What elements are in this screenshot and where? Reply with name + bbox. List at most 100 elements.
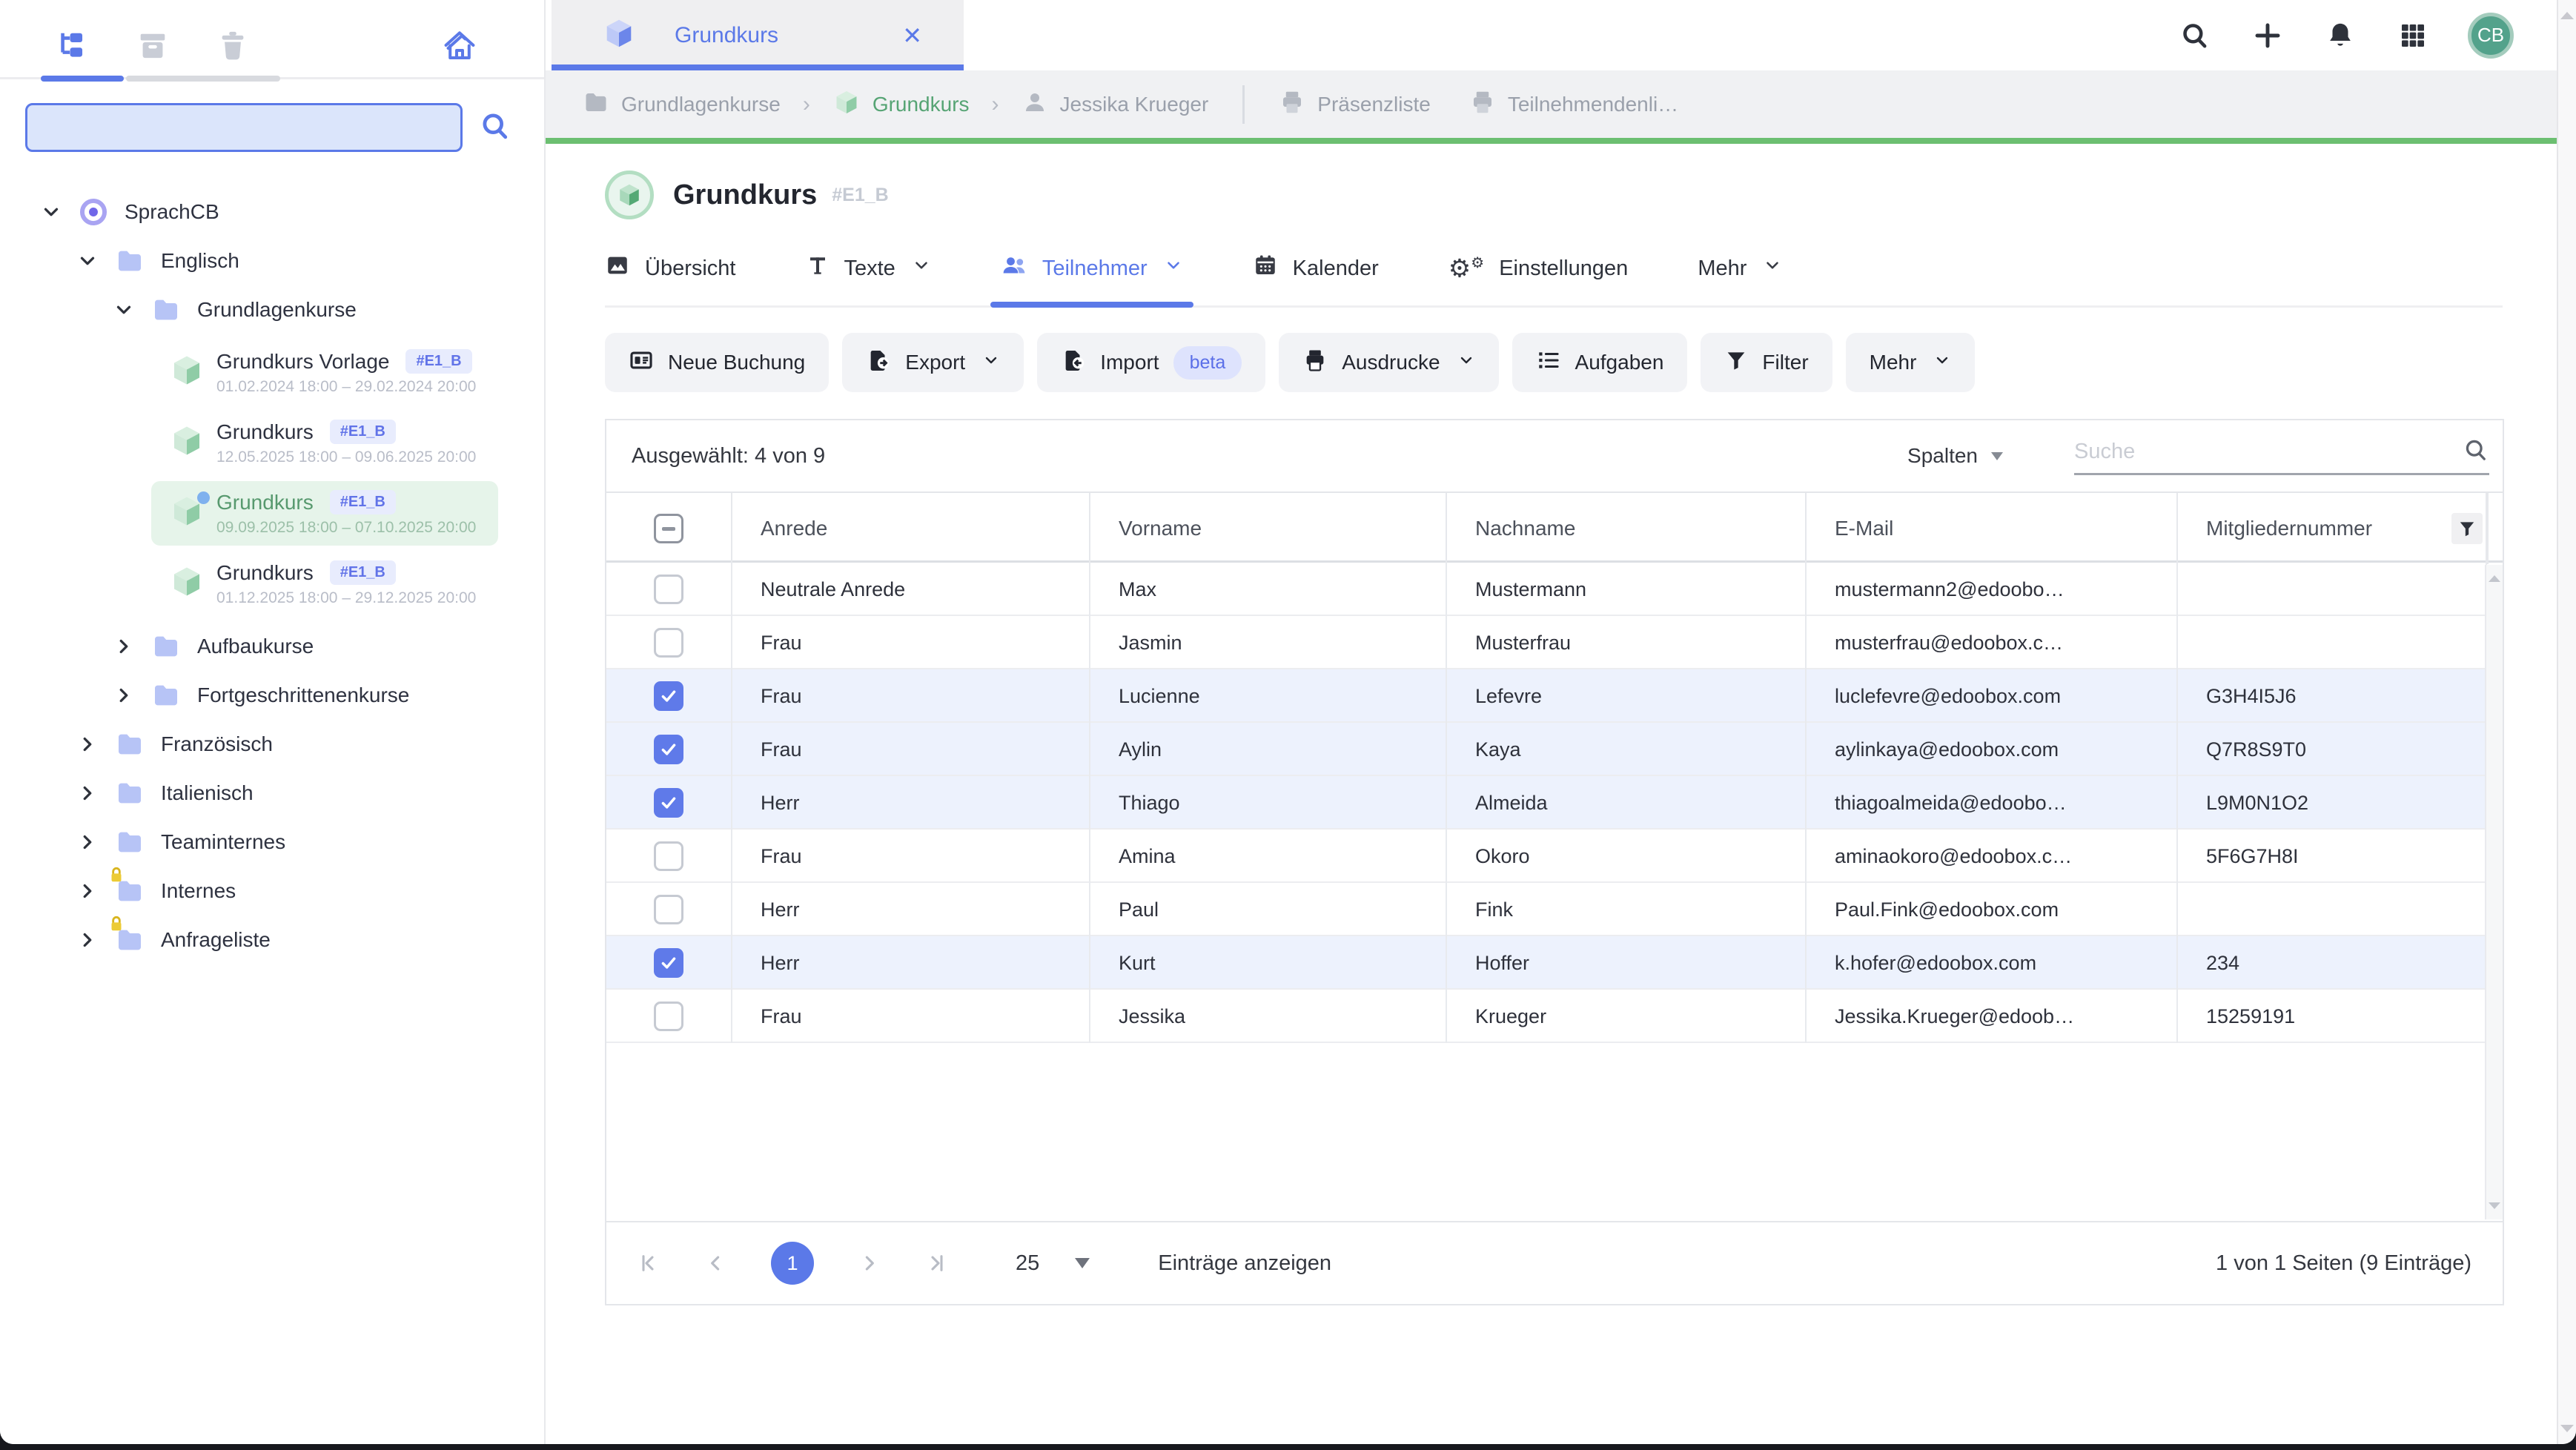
row-checkbox-checked[interactable] xyxy=(654,948,683,978)
tab-teilnehmer[interactable]: Teilnehmer xyxy=(1001,252,1183,285)
table-row-selected[interactable]: Herr Thiago Almeida thiagoalmeida@edoobo… xyxy=(606,776,2503,830)
tree-item-teaminternes[interactable]: Teaminternes xyxy=(0,818,544,867)
table-row[interactable]: Herr Paul Fink Paul.Fink@edoobox.com xyxy=(606,883,2503,936)
folder-icon xyxy=(148,632,184,661)
search-icon[interactable] xyxy=(479,110,511,146)
table-search-input[interactable] xyxy=(2074,440,2463,464)
page-size-select[interactable]: 25 xyxy=(1016,1251,1090,1276)
column-filter-icon[interactable] xyxy=(2451,513,2483,544)
previous-page-icon[interactable] xyxy=(704,1251,728,1275)
table-row[interactable]: Frau Jasmin Musterfrau musterfrau@edoobo… xyxy=(606,616,2503,669)
aufgaben-button[interactable]: Aufgaben xyxy=(1512,333,1688,392)
table-scrollbar[interactable] xyxy=(2485,565,2503,1219)
table-empty-space xyxy=(606,1043,2503,1221)
tab-texte[interactable]: Texte xyxy=(806,252,931,285)
tab-mehr[interactable]: Mehr xyxy=(1698,252,1782,285)
tree-item-englisch[interactable]: Englisch xyxy=(0,236,544,285)
tab-kalender[interactable]: Kalender xyxy=(1253,252,1379,285)
current-page-button[interactable]: 1 xyxy=(771,1242,814,1285)
import-button[interactable]: Import beta xyxy=(1037,333,1265,392)
sidebar-search-input[interactable] xyxy=(25,103,463,152)
select-all-checkbox[interactable] xyxy=(654,514,683,543)
tree-item-internes[interactable]: Internes xyxy=(0,867,544,916)
chevron-right-icon[interactable] xyxy=(73,880,102,902)
last-page-icon[interactable] xyxy=(924,1251,947,1275)
chevron-right-icon[interactable] xyxy=(73,929,102,951)
plus-icon[interactable] xyxy=(2250,18,2285,53)
tab-grundkurs[interactable]: Grundkurs ✕ xyxy=(552,0,964,70)
home-icon[interactable] xyxy=(440,27,479,65)
row-checkbox[interactable] xyxy=(654,628,683,658)
chevron-right-icon[interactable] xyxy=(73,733,102,755)
tree-item-course-selected[interactable]: Grundkurs#E1_B 09.09.2025 18:00 – 07.10.… xyxy=(151,481,498,546)
column-header-anrede[interactable]: Anrede xyxy=(732,493,1090,564)
row-checkbox[interactable] xyxy=(654,841,683,871)
tree-item-fortgeschrittenenkurse[interactable]: Fortgeschrittenenkurse xyxy=(0,671,544,720)
tree-item-course[interactable]: Grundkurs#E1_B 12.05.2025 18:00 – 09.06.… xyxy=(151,411,498,475)
tab-uebersicht[interactable]: Übersicht xyxy=(605,252,736,285)
tree-view-icon[interactable] xyxy=(53,27,92,65)
table-row[interactable]: Frau Amina Okoro aminaokoro@edoobox.c… 5… xyxy=(606,830,2503,883)
table-row-selected[interactable]: Frau Lucienne Lefevre luclefevre@edoobox… xyxy=(606,669,2503,723)
search-icon[interactable] xyxy=(2463,437,2489,467)
grid-icon[interactable] xyxy=(2395,18,2431,53)
breadcrumb-item-grundlagenkurse[interactable]: Grundlagenkurse xyxy=(583,89,781,119)
mehr-button[interactable]: Mehr xyxy=(1846,333,1976,392)
close-icon[interactable]: ✕ xyxy=(902,21,922,50)
tree-item-grundlagenkurse[interactable]: Grundlagenkurse xyxy=(0,285,544,334)
chevron-down-icon[interactable] xyxy=(110,299,138,321)
row-checkbox-checked[interactable] xyxy=(654,681,683,711)
row-checkbox[interactable] xyxy=(654,575,683,604)
chevron-right-icon[interactable] xyxy=(73,782,102,804)
table-row-selected[interactable]: Frau Aylin Kaya aylinkaya@edoobox.com Q7… xyxy=(606,723,2503,776)
trash-icon[interactable] xyxy=(213,27,252,65)
tree-item-franzoesisch[interactable]: Französisch xyxy=(0,720,544,769)
scroll-up-icon[interactable] xyxy=(2560,12,2574,19)
tree-item-italienisch[interactable]: Italienisch xyxy=(0,769,544,818)
scroll-up-icon[interactable] xyxy=(2489,575,2500,582)
chevron-right-icon[interactable] xyxy=(110,635,138,658)
row-checkbox-checked[interactable] xyxy=(654,788,683,818)
first-page-icon[interactable] xyxy=(638,1251,661,1275)
ausdrucke-button[interactable]: Ausdrucke xyxy=(1279,333,1498,392)
window-scrollbar[interactable] xyxy=(2557,0,2576,1444)
chevron-right-icon[interactable] xyxy=(110,684,138,706)
tree-item-course[interactable]: Grundkurs Vorlage#E1_B 01.02.2024 18:00 … xyxy=(151,340,498,405)
shortcut-teilnehmendenliste[interactable]: Teilnehmendenli… xyxy=(1469,89,1678,119)
chevron-down-icon[interactable] xyxy=(73,250,102,272)
column-header-email[interactable]: E-Mail xyxy=(1807,493,2178,564)
filter-button[interactable]: Filter xyxy=(1701,333,1832,392)
cell-mitgliedernummer: L9M0N1O2 xyxy=(2178,776,2487,830)
scroll-down-icon[interactable] xyxy=(2560,1425,2574,1432)
avatar[interactable]: CB xyxy=(2468,13,2514,59)
table-row[interactable]: Frau Jessika Krueger Jessika.Krueger@edo… xyxy=(606,990,2503,1043)
bell-icon[interactable] xyxy=(2322,18,2358,53)
tree-item-anfrageliste[interactable]: Anfrageliste xyxy=(0,916,544,964)
export-button[interactable]: Export xyxy=(842,333,1024,392)
column-header-mitgliedernummer[interactable]: Mitgliedernummer xyxy=(2178,493,2487,564)
row-checkbox-checked[interactable] xyxy=(654,735,683,764)
table-row-selected[interactable]: Herr Kurt Hoffer k.hofer@edoobox.com 234 xyxy=(606,936,2503,990)
row-checkbox[interactable] xyxy=(654,1002,683,1031)
neue-buchung-button[interactable]: Neue Buchung xyxy=(605,333,829,392)
chevron-right-icon[interactable] xyxy=(73,831,102,853)
breadcrumb-item-jessika-krueger[interactable]: Jessika Krueger xyxy=(1022,89,1209,119)
tree-item-course[interactable]: Grundkurs#E1_B 01.12.2025 18:00 – 29.12.… xyxy=(151,552,498,616)
column-header-vorname[interactable]: Vorname xyxy=(1090,493,1447,564)
scroll-down-icon[interactable] xyxy=(2489,1202,2500,1209)
tree-item-organization[interactable]: SprachCB xyxy=(0,188,544,236)
breadcrumb-item-grundkurs[interactable]: Grundkurs xyxy=(832,88,970,120)
table-row[interactable]: Neutrale Anrede Max Mustermann musterman… xyxy=(606,563,2503,616)
column-header-nachname[interactable]: Nachname xyxy=(1447,493,1807,564)
archive-icon[interactable] xyxy=(133,27,172,65)
tree-item-aufbaukurse[interactable]: Aufbaukurse xyxy=(0,622,544,671)
shortcut-praesenzliste[interactable]: Präsenzliste xyxy=(1279,89,1431,119)
chevron-down-icon[interactable] xyxy=(37,201,65,223)
folder-icon xyxy=(112,729,148,759)
row-checkbox[interactable] xyxy=(654,895,683,924)
columns-button[interactable]: Spalten xyxy=(1907,444,2003,468)
cell-email: aminaokoro@edoobox.c… xyxy=(1807,830,2178,883)
tab-einstellungen[interactable]: ⚙⚙ Einstellungen xyxy=(1448,252,1629,285)
search-icon[interactable] xyxy=(2177,18,2213,53)
next-page-icon[interactable] xyxy=(857,1251,881,1275)
